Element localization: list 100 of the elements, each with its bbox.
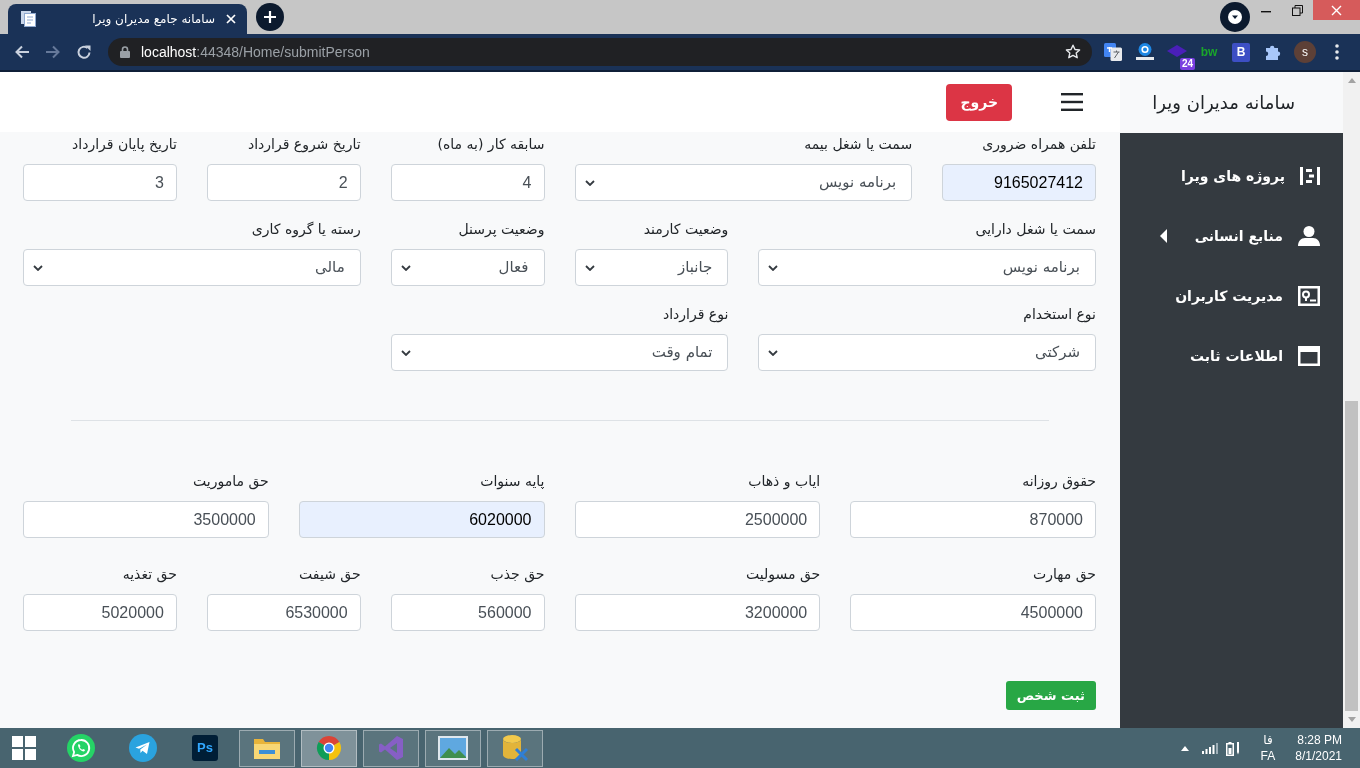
input-field[interactable]: 3200000: [574, 594, 821, 631]
field-label: حقوق روزانه: [1022, 472, 1096, 492]
count-badge: 24: [1179, 58, 1195, 70]
chevron-down-icon: [400, 264, 411, 271]
folder-icon: [253, 736, 281, 760]
extension-button[interactable]: B: [1232, 42, 1250, 62]
signal-bars-icon[interactable]: [1201, 742, 1218, 754]
dropdown[interactable]: جانباز: [574, 249, 729, 286]
close-icon: [226, 14, 236, 24]
card-icon: [1298, 286, 1320, 306]
language-code[interactable]: FA: [1260, 748, 1276, 764]
translate-icon: [1104, 43, 1122, 61]
tab-search-button[interactable]: [1220, 2, 1250, 32]
ribbon-icon: [378, 735, 404, 761]
field-label: سابقه کار (به ماه): [437, 135, 545, 155]
caret-up-icon: [1180, 745, 1189, 751]
field-label: سمت یا شغل دارایی: [975, 220, 1096, 239]
field-label: نوع استخدام: [1023, 305, 1096, 325]
dropdown[interactable]: شرکتی: [758, 334, 1096, 371]
forward-arrow-icon: [45, 44, 61, 60]
close-icon: [1331, 4, 1342, 16]
input-field[interactable]: 2: [206, 164, 361, 201]
exit-button[interactable]: خروج: [946, 83, 1012, 121]
url-text: localhost:44348/Home/submitPerson: [141, 43, 370, 61]
input-field[interactable]: 4500000: [850, 594, 1096, 631]
field-label: رسته یا گروه کاری: [251, 220, 361, 240]
taskbar-button[interactable]: [487, 729, 543, 767]
chevron-down-icon: [33, 264, 43, 271]
field-label: تاریخ شروع قرارداد: [247, 135, 361, 155]
menu-button[interactable]: [1061, 92, 1083, 112]
minimize-icon: [1260, 11, 1271, 13]
input-field[interactable]: 6530000: [206, 594, 361, 631]
taskbar-button[interactable]: [363, 729, 419, 767]
menu-button[interactable]: [1333, 42, 1341, 62]
profile-avatar[interactable]: s: [1294, 41, 1316, 63]
windows-icon: [12, 736, 36, 760]
scrollbar[interactable]: [1343, 72, 1360, 728]
field-label: وضعیت کارمند: [643, 220, 729, 240]
menu-icon: [1061, 92, 1083, 112]
plus-icon: [263, 10, 277, 24]
extension-button[interactable]: bw: [1195, 38, 1223, 66]
brand-title: سامانه مدیران ویرا: [1152, 91, 1295, 116]
chevron-down-icon: [584, 179, 595, 186]
field-label: نوع قرارداد: [663, 305, 729, 325]
clock-date[interactable]: 8/1/2021: [1295, 748, 1342, 764]
field-label: حق جذب: [490, 565, 545, 585]
taskbar-button[interactable]: [239, 729, 295, 767]
field-label: سمت یا شغل بیمه: [804, 135, 913, 154]
document-icon: [20, 11, 36, 27]
reload-icon: [76, 44, 92, 60]
field-label: حق شیفت: [299, 565, 361, 585]
more-icon: [1335, 44, 1339, 60]
dropdown[interactable]: تمام وقت: [390, 334, 729, 371]
back-arrow-icon: [14, 44, 30, 60]
dropdown[interactable]: برنامه نویس: [574, 164, 913, 201]
input-field[interactable]: 2500000: [574, 501, 821, 538]
input-field[interactable]: 3: [23, 164, 177, 201]
chevron-down-icon: [400, 349, 411, 356]
user-icon: [1298, 226, 1320, 246]
input-field[interactable]: 4: [390, 164, 545, 201]
scrollbar-thumb[interactable]: [1345, 401, 1358, 711]
window-icon: [1298, 346, 1320, 366]
clock-time[interactable]: 8:28 PM: [1297, 732, 1342, 748]
sidebar-item[interactable]: پروژه های ویرا: [1120, 146, 1343, 206]
input-field[interactable]: 9165027412: [942, 164, 1096, 201]
input-field[interactable]: 870000: [850, 501, 1096, 538]
browser-tab[interactable]: سامانه جامع مدیران ویرا: [8, 4, 247, 34]
restore-icon: [1291, 4, 1303, 16]
address-bar[interactable]: localhost:44348/Home/submitPerson: [108, 38, 1092, 66]
field-label: حق تغذیه: [122, 565, 177, 585]
input-field[interactable]: 6020000: [298, 501, 545, 538]
chevron-down-icon: [768, 264, 779, 271]
puzzle-icon: [1264, 43, 1282, 61]
field-label: تاریخ پایان قرارداد: [72, 135, 177, 155]
tab-close-button[interactable]: [224, 12, 238, 26]
list-bars-icon: [1300, 166, 1320, 186]
chat-bubble-icon: [67, 734, 95, 762]
lock-icon: [120, 46, 130, 58]
field-label: حق مسولیت: [746, 565, 821, 585]
input-field[interactable]: 5020000: [23, 594, 177, 631]
sidebar-item[interactable]: مدیریت کاربران: [1120, 266, 1343, 326]
dropdown[interactable]: فعال: [390, 249, 545, 286]
input-field[interactable]: 3500000: [23, 501, 269, 538]
input-field[interactable]: 560000: [390, 594, 545, 631]
dropdown[interactable]: مالی: [23, 249, 361, 286]
taskbar-button[interactable]: [301, 729, 357, 767]
new-tab-button[interactable]: [256, 3, 284, 31]
language-indicator[interactable]: فا: [1263, 732, 1273, 748]
dropdown[interactable]: برنامه نویس: [758, 249, 1096, 286]
sidebar-item[interactable]: اطلاعات ثابت: [1120, 326, 1343, 386]
field-label: حق مهارت: [1033, 565, 1096, 585]
app-logo: Ps: [192, 735, 218, 761]
paper-plane-icon: [129, 734, 157, 762]
field-label: ایاب و ذهاب: [748, 472, 821, 492]
round-logo-icon: [316, 735, 342, 761]
database-icon: [501, 734, 529, 762]
taskbar-button[interactable]: Ps: [177, 729, 233, 767]
battery-icon[interactable]: [1225, 740, 1240, 756]
taskbar-button[interactable]: [425, 729, 481, 767]
sidebar-item[interactable]: منابع انسانی: [1120, 206, 1343, 266]
